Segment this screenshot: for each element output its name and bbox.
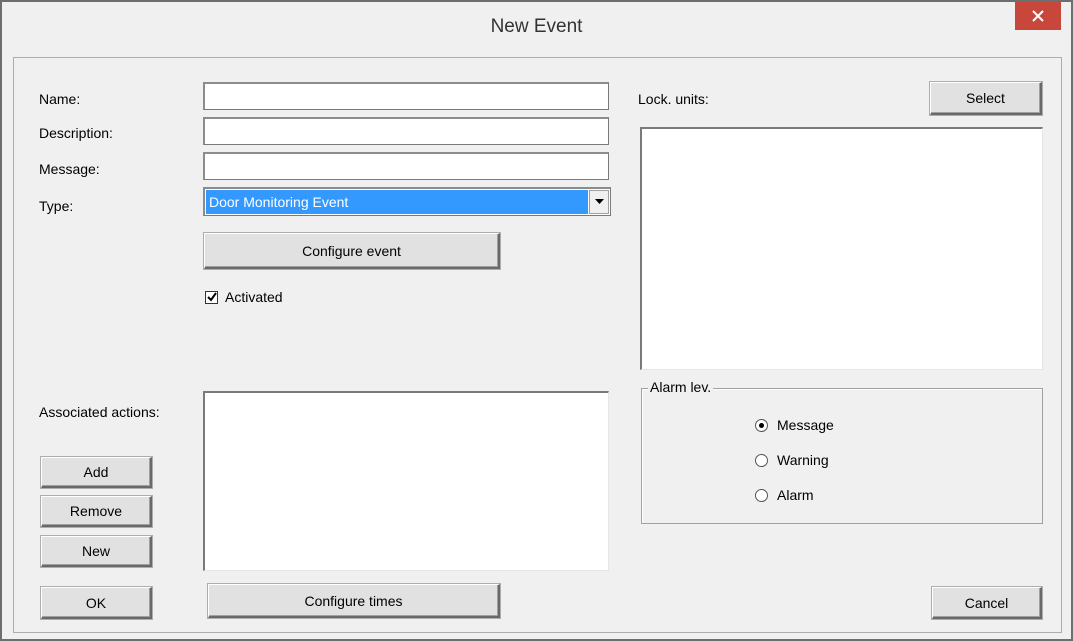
ok-button[interactable]: OK <box>41 587 152 619</box>
dialog-body: Name: Description: Message: Type: Door M… <box>13 57 1062 633</box>
description-label: Description: <box>39 125 113 141</box>
select-lock-units-button[interactable]: Select <box>930 82 1042 115</box>
type-label: Type: <box>39 198 74 214</box>
activated-checkbox[interactable] <box>205 290 218 304</box>
name-label: Name: <box>39 91 81 107</box>
alarm-option-warning-label: Warning <box>777 452 829 468</box>
new-action-button[interactable]: New <box>41 536 152 567</box>
radio-warning[interactable] <box>755 453 768 467</box>
dialog-window: New Event Name: Description: Message: Ty… <box>0 0 1073 641</box>
add-action-button[interactable]: Add <box>41 457 152 488</box>
alarm-option-alarm-label: Alarm <box>777 487 814 503</box>
alarm-level-legend: Alarm lev. <box>648 379 714 395</box>
chevron-down-icon <box>594 199 604 204</box>
message-input[interactable] <box>203 152 609 180</box>
configure-times-button[interactable]: Configure times <box>208 584 500 618</box>
radio-alarm[interactable] <box>755 488 768 502</box>
name-input[interactable] <box>203 82 609 110</box>
description-input[interactable] <box>203 117 609 145</box>
alarm-option-message-label: Message <box>777 417 834 433</box>
cancel-button[interactable]: Cancel <box>932 587 1042 619</box>
activated-label: Activated <box>225 289 283 305</box>
activated-checkbox-row[interactable]: Activated <box>205 289 283 305</box>
radio-message[interactable] <box>755 418 768 432</box>
title-bar[interactable]: New Event <box>2 2 1071 54</box>
dropdown-button[interactable] <box>589 190 609 214</box>
lock-units-list[interactable] <box>640 127 1043 370</box>
type-dropdown[interactable]: Door Monitoring Event <box>203 187 611 216</box>
type-selected-value: Door Monitoring Event <box>206 190 588 214</box>
alarm-option-warning[interactable]: Warning <box>755 452 829 468</box>
alarm-option-message[interactable]: Message <box>755 417 834 433</box>
message-label: Message: <box>39 161 100 177</box>
close-icon <box>1032 10 1044 22</box>
window-title: New Event <box>490 16 583 37</box>
associated-actions-list[interactable] <box>203 391 609 571</box>
close-button[interactable] <box>1015 2 1061 30</box>
alarm-level-group: Alarm lev. Message Warning Alarm <box>641 379 1043 524</box>
configure-event-button[interactable]: Configure event <box>204 233 500 269</box>
alarm-option-alarm[interactable]: Alarm <box>755 487 814 503</box>
lock-units-label: Lock. units: <box>638 91 709 107</box>
remove-action-button[interactable]: Remove <box>41 496 152 527</box>
checkmark-icon <box>206 292 217 302</box>
associated-actions-label: Associated actions: <box>39 404 160 420</box>
